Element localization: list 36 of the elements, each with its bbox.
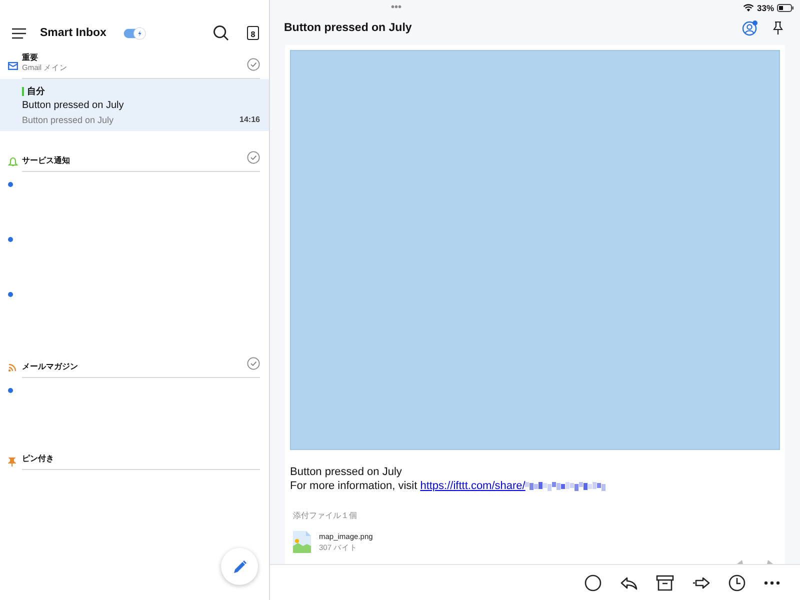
- calendar-button[interactable]: 8: [247, 26, 259, 40]
- rss-icon: [8, 363, 17, 372]
- message-time: 14:16: [240, 114, 260, 126]
- envelope-icon: [8, 62, 18, 70]
- link[interactable]: https://ifttt.com/share/: [420, 480, 526, 492]
- sender-name: 自分: [27, 85, 45, 98]
- section-title: 重要: [22, 52, 39, 63]
- section-title: ピン付き: [22, 453, 55, 464]
- message-subject: Button pressed on July: [22, 99, 125, 113]
- section-title: メールマガジン: [22, 361, 79, 372]
- body-text: Button pressed on July: [290, 465, 403, 479]
- check-circle-icon[interactable]: [247, 151, 260, 164]
- message-preview: Button pressed on July: [22, 114, 114, 127]
- body-text: For more information, visit https://ifttt.com/share/: [290, 479, 780, 493]
- search-icon[interactable]: [213, 25, 229, 41]
- toggle-switch[interactable]: [122, 26, 148, 40]
- attachments-heading: 添付ファイル１個: [292, 510, 358, 521]
- circle-icon[interactable]: [584, 574, 602, 592]
- battery-percent: 33%: [756, 2, 774, 12]
- pencil-icon: [232, 560, 246, 574]
- message-title: Button pressed on July: [284, 22, 413, 34]
- pin-icon[interactable]: [772, 20, 784, 34]
- clock-icon[interactable]: [728, 574, 746, 592]
- menu-icon[interactable]: [12, 28, 26, 38]
- account-icon[interactable]: [742, 20, 758, 36]
- check-circle-icon[interactable]: [247, 357, 260, 370]
- wifi-icon: [742, 4, 754, 12]
- section-title: サービス通知: [22, 155, 71, 166]
- check-circle-icon[interactable]: [247, 58, 260, 71]
- inbox-title: Smart Inbox: [40, 27, 106, 39]
- archive-icon[interactable]: [656, 574, 674, 592]
- bell-icon: [8, 156, 18, 166]
- compose-button[interactable]: [221, 548, 258, 585]
- pin-icon: [8, 456, 16, 466]
- message-row[interactable]: 自分 Button pressed on July Button pressed on July 14:16: [0, 79, 269, 131]
- battery-icon: [777, 4, 794, 12]
